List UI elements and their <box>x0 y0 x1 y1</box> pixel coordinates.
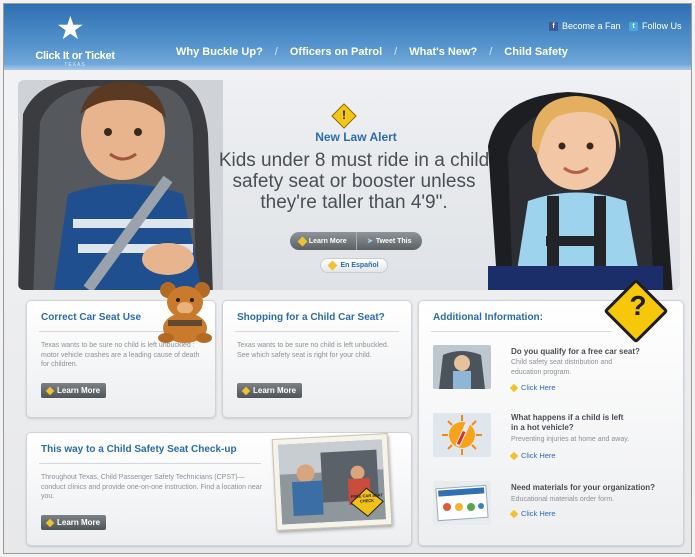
tweet-this-label: Tweet This <box>375 237 412 245</box>
free-car-seat-click-here-link[interactable]: Click Here <box>509 383 556 392</box>
child-in-seat-thumbnail <box>433 345 491 389</box>
en-espanol-button[interactable]: En Español <box>320 258 388 273</box>
info-item-title: What happens if a child is left in a hot… <box>511 413 624 432</box>
hot-vehicle-click-here-link[interactable]: Click Here <box>509 451 556 460</box>
additional-information-title: Additional Information: <box>433 312 543 323</box>
become-a-fan-label: Become a Fan <box>562 21 621 31</box>
learn-more-label: Learn More <box>57 386 101 395</box>
info-item-desc: Preventing injuries at home and away. <box>511 436 630 443</box>
hero-learn-more-label: Learn More <box>308 237 347 245</box>
follow-us-label: Follow Us <box>642 21 682 31</box>
additional-information-panel: Additional Information: Do you qualify f… <box>418 300 684 546</box>
info-item-title: Do you qualify for a free car seat? <box>511 347 640 356</box>
correct-car-seat-use-text: Texas wants to be sure no child is left … <box>41 342 200 368</box>
nav-why-buckle-up[interactable]: Why Buckle Up? <box>164 46 275 58</box>
arrow-bullet-icon <box>45 518 55 527</box>
nav-whats-new[interactable]: What's New? <box>397 46 489 58</box>
checkup-learn-more-button[interactable]: Learn More <box>41 515 107 530</box>
hero-action-pill: Learn More ➤ Tweet This <box>290 232 422 250</box>
car-seat-checkup-photo: FREE CAR SEAT CHECK <box>271 433 393 531</box>
hot-sun-thermometer-thumbnail <box>433 413 491 457</box>
question-mark-icon: ? <box>629 290 647 321</box>
shopping-text: Texas wants to be sure no child is left … <box>237 342 389 359</box>
panel-divider <box>235 331 399 332</box>
checkup-text: Throughout Texas, Child Passenger Safety… <box>41 474 263 500</box>
arrow-bullet-icon <box>509 451 519 460</box>
hero-learn-more-button[interactable]: Learn More <box>290 232 356 250</box>
twitter-bird-icon: ➤ <box>366 238 373 245</box>
shopping-title[interactable]: Shopping for a Child Car Seat? <box>237 312 385 323</box>
shopping-learn-more-button[interactable]: Learn More <box>237 383 303 398</box>
click-it-or-ticket-logo[interactable]: ★ Click It or Ticket TEXAS <box>34 10 116 68</box>
exclamation-icon: ! <box>342 108 346 122</box>
twitter-icon: t <box>629 21 638 31</box>
facebook-icon: f <box>549 21 558 31</box>
free-car-seat-check-sign: FREE CAR SEAT CHECK <box>350 492 383 504</box>
correct-car-seat-learn-more-button[interactable]: Learn More <box>41 383 107 398</box>
learn-more-label: Learn More <box>253 386 297 395</box>
checkup-title[interactable]: This way to a Child Safety Seat Check-up <box>41 444 237 455</box>
nav-officers-on-patrol[interactable]: Officers on Patrol <box>278 46 394 58</box>
page-frame: ★ Click It or Ticket TEXAS f Become a Fa… <box>3 3 692 554</box>
logo-subtext: TEXAS <box>64 62 86 68</box>
click-here-label: Click Here <box>521 509 556 518</box>
arrow-bullet-icon <box>509 383 519 392</box>
learn-more-label: Learn More <box>57 518 101 527</box>
teddy-bear-image <box>158 282 212 343</box>
tweet-this-button[interactable]: ➤ Tweet This <box>355 232 423 250</box>
follow-us-link[interactable]: t Follow Us <box>629 21 682 31</box>
materials-click-here-link[interactable]: Click Here <box>509 509 556 518</box>
site-header: ★ Click It or Ticket TEXAS f Become a Fa… <box>4 4 691 70</box>
educational-materials-thumbnail <box>433 481 491 525</box>
main-nav: Why Buckle Up? / Officers on Patrol / Wh… <box>164 46 580 58</box>
arrow-bullet-icon <box>241 386 251 395</box>
panel-divider <box>431 331 611 332</box>
arrow-bullet-icon <box>45 386 55 395</box>
click-here-label: Click Here <box>521 383 556 392</box>
click-here-label: Click Here <box>521 451 556 460</box>
arrow-bullet-icon <box>297 236 308 246</box>
en-espanol-label: En Español <box>340 262 379 269</box>
checkup-photo-scene <box>277 439 387 525</box>
new-law-alert-title: New Law Alert <box>315 130 397 144</box>
info-item-desc: Child safety seat distribution and educa… <box>511 359 613 376</box>
hero-banner: ! New Law Alert Kids under 8 must ride i… <box>18 80 680 290</box>
nav-child-safety[interactable]: Child Safety <box>492 46 580 58</box>
logo-text: Click It or Ticket <box>35 50 115 62</box>
boy-in-booster-seat-photo <box>18 80 223 290</box>
hero-headline: Kids under 8 must ride in a child safety… <box>218 150 490 213</box>
arrow-bullet-icon <box>509 509 519 518</box>
become-a-fan-link[interactable]: f Become a Fan <box>549 21 621 31</box>
correct-car-seat-use-title[interactable]: Correct Car Seat Use <box>41 312 141 323</box>
info-item-desc: Educational materials order form. <box>511 496 615 503</box>
info-item-title: Need materials for your organization? <box>511 483 656 492</box>
star-icon: ★ <box>56 10 85 46</box>
shopping-child-car-seat-panel: Shopping for a Child Car Seat? Texas wan… <box>222 300 412 418</box>
panel-divider <box>39 463 261 464</box>
arrow-bullet-icon <box>327 260 338 271</box>
